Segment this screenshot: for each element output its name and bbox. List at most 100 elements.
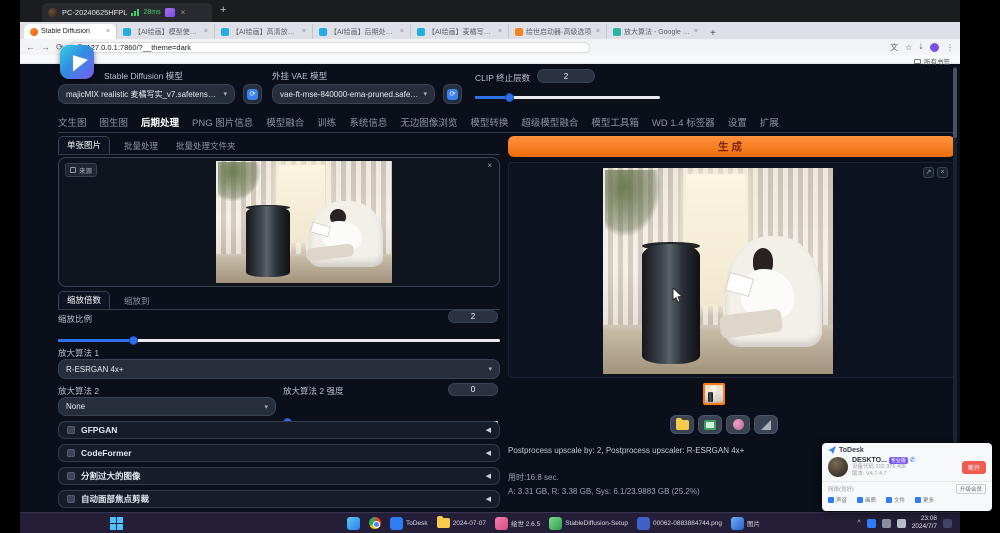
- tab-model-toolkit[interactable]: 模型工具箱: [591, 115, 639, 129]
- checkbox[interactable]: [67, 449, 75, 457]
- tab-image-browser[interactable]: 无边图像浏览: [400, 115, 457, 129]
- tab-extensions[interactable]: 扩展: [760, 115, 779, 129]
- tab-png-info[interactable]: PNG 图片信息: [192, 115, 253, 129]
- tab-wd14-tagger[interactable]: WD 1.4 标签器: [652, 115, 715, 129]
- task-view-button[interactable]: [347, 517, 360, 530]
- model-select[interactable]: majicMIX realistic 麦橘写实_v7.safetensors […: [58, 84, 235, 104]
- sound-toggle[interactable]: 声音: [828, 496, 847, 504]
- taskbar-todesk[interactable]: ToDesk: [390, 517, 428, 530]
- slider-handle[interactable]: [129, 336, 138, 345]
- generate-button[interactable]: 生成: [508, 136, 955, 157]
- send-to-extras-button[interactable]: [754, 415, 778, 434]
- huishi-launcher-logo[interactable]: [60, 45, 94, 79]
- taskbar-chrome[interactable]: [369, 517, 381, 529]
- browser-tab[interactable]: 绘世启动器·高级选项×: [508, 24, 606, 39]
- tab-extras[interactable]: 后期处理: [141, 115, 179, 129]
- chevron-down-icon[interactable]: ˇ: [918, 457, 920, 463]
- source-image-dropzone[interactable]: 来源 ×: [58, 157, 500, 287]
- accordion-codeformer[interactable]: CodeFormer◀: [58, 444, 500, 462]
- accordion-auto-face-crop[interactable]: 自动面部焦点剪裁◀: [58, 490, 500, 508]
- browser-tab[interactable]: 【AI绘画】高清放大算法对比_哔哩哔哩×: [214, 24, 312, 39]
- subtab-batch-folder[interactable]: 批量处理文件夹: [172, 138, 240, 154]
- new-tab-button[interactable]: +: [710, 28, 716, 39]
- tray-network-icon[interactable]: [897, 519, 906, 528]
- profile-avatar[interactable]: [930, 43, 939, 52]
- clear-source-image-button[interactable]: ×: [487, 161, 492, 170]
- translate-icon[interactable]: 文: [890, 42, 898, 53]
- browser-tab-active[interactable]: Stable Diffusion ×: [24, 24, 116, 39]
- vae-select[interactable]: vae-ft-mse-840000-ema-pruned.safetensors…: [272, 84, 435, 104]
- result-image[interactable]: [603, 168, 833, 374]
- more-options[interactable]: 更多: [915, 496, 934, 504]
- upscaler1-select[interactable]: R-ESRGAN 4x+▾: [58, 359, 500, 379]
- file-transfer-toggle[interactable]: 文件: [886, 496, 905, 504]
- taskbar-png-file[interactable]: 00062-0883884744.png: [637, 517, 722, 530]
- result-thumbnail[interactable]: [703, 383, 725, 405]
- tab-scale-to[interactable]: 缩放到: [120, 293, 154, 309]
- tab-close-icon[interactable]: ×: [400, 28, 404, 35]
- taskbar-setup[interactable]: StableDiffusion-Setup: [549, 517, 628, 530]
- tab-close-icon[interactable]: ×: [694, 28, 698, 35]
- tab-settings[interactable]: 设置: [728, 115, 747, 129]
- new-session-button[interactable]: +: [220, 4, 226, 16]
- upgrade-button[interactable]: 升级会员: [956, 484, 986, 494]
- tab-super-merger[interactable]: 超级模型融合: [521, 115, 578, 129]
- subtab-single-image[interactable]: 单张图片: [58, 136, 110, 154]
- tray-volume-icon[interactable]: [882, 519, 891, 528]
- browser-tab[interactable]: 【AI绘画】后期处理教程_哔哩哔哩×: [312, 24, 410, 39]
- notification-icon[interactable]: [943, 519, 952, 528]
- disconnect-button[interactable]: 断开: [962, 461, 986, 474]
- tab-checkpoint-merger[interactable]: 模型融合: [266, 115, 304, 129]
- address-bar[interactable]: 127.0.0.1:7860/?__theme=dark: [70, 42, 590, 53]
- todesk-session-tab[interactable]: PC-20240625HFPL 28ms ×: [42, 3, 212, 22]
- checkbox[interactable]: [67, 495, 75, 503]
- forward-icon[interactable]: →: [41, 42, 50, 52]
- tab-close-icon[interactable]: ×: [106, 28, 110, 35]
- bookmark-star-icon[interactable]: ☆: [905, 43, 912, 52]
- tab-close-icon[interactable]: ×: [302, 28, 306, 35]
- scrollbar-thumb[interactable]: [953, 68, 957, 138]
- send-to-img2img-button[interactable]: [726, 415, 750, 434]
- accordion-gfpgan[interactable]: GFPGAN◀: [58, 421, 500, 439]
- checkbox[interactable]: [67, 426, 75, 434]
- fullscreen-icon[interactable]: ↗: [923, 167, 934, 178]
- all-bookmarks-button[interactable]: 所有书签: [914, 56, 950, 66]
- subtab-batch-process[interactable]: 批量处理: [120, 138, 162, 154]
- checkbox[interactable]: [67, 472, 75, 480]
- session-close-button[interactable]: ×: [181, 8, 186, 17]
- taskbar-folder[interactable]: 2024-07-07: [437, 518, 486, 528]
- browser-tab[interactable]: 放大算法 - Google 搜索×: [606, 24, 704, 39]
- taskbar-launcher[interactable]: 绘世 2.6.5: [495, 517, 540, 530]
- quality-toggle[interactable]: 画质: [857, 496, 876, 504]
- upscaler2-select[interactable]: None▾: [58, 397, 276, 416]
- scale-ratio-value[interactable]: 2: [448, 310, 498, 323]
- taskbar-photos[interactable]: 图片: [731, 517, 760, 530]
- call-icon[interactable]: ✆: [910, 456, 916, 464]
- tab-model-converter[interactable]: 模型转换: [470, 115, 508, 129]
- tray-todesk-icon[interactable]: [867, 519, 876, 528]
- tab-txt2img[interactable]: 文生图: [58, 115, 87, 129]
- tab-close-icon[interactable]: ×: [498, 28, 502, 35]
- tab-img2img[interactable]: 图生图: [100, 115, 129, 129]
- tab-close-icon[interactable]: ×: [204, 28, 208, 35]
- tray-clock[interactable]: 23:08 2024/7/7: [912, 515, 937, 531]
- open-folder-button[interactable]: [670, 415, 694, 434]
- tab-close-icon[interactable]: ×: [596, 28, 600, 35]
- slider-handle[interactable]: [505, 93, 514, 102]
- menu-icon[interactable]: ⋮: [946, 43, 954, 52]
- close-result-icon[interactable]: ×: [937, 167, 948, 178]
- download-icon[interactable]: ⭣: [919, 42, 923, 52]
- save-image-button[interactable]: [698, 415, 722, 434]
- tray-expand-icon[interactable]: ^: [857, 520, 860, 527]
- browser-tab[interactable]: 【AI绘画】麦橘写实V7模型_哔哩哔哩×: [410, 24, 508, 39]
- tab-system-info[interactable]: 系统信息: [349, 115, 387, 129]
- scale-ratio-slider[interactable]: [58, 336, 500, 345]
- refresh-model-button[interactable]: ⟳: [243, 84, 262, 104]
- clip-skip-value[interactable]: 2: [537, 69, 595, 83]
- refresh-vae-button[interactable]: ⟳: [443, 84, 462, 104]
- clip-skip-slider[interactable]: [475, 93, 660, 102]
- browser-tab[interactable]: 【AI绘画】模型使用教程_哔哩哔哩×: [116, 24, 214, 39]
- back-icon[interactable]: ←: [26, 42, 35, 52]
- upscaler2-strength-value[interactable]: 0: [448, 383, 498, 396]
- accordion-split-oversize[interactable]: 分割过大的图像◀: [58, 467, 500, 485]
